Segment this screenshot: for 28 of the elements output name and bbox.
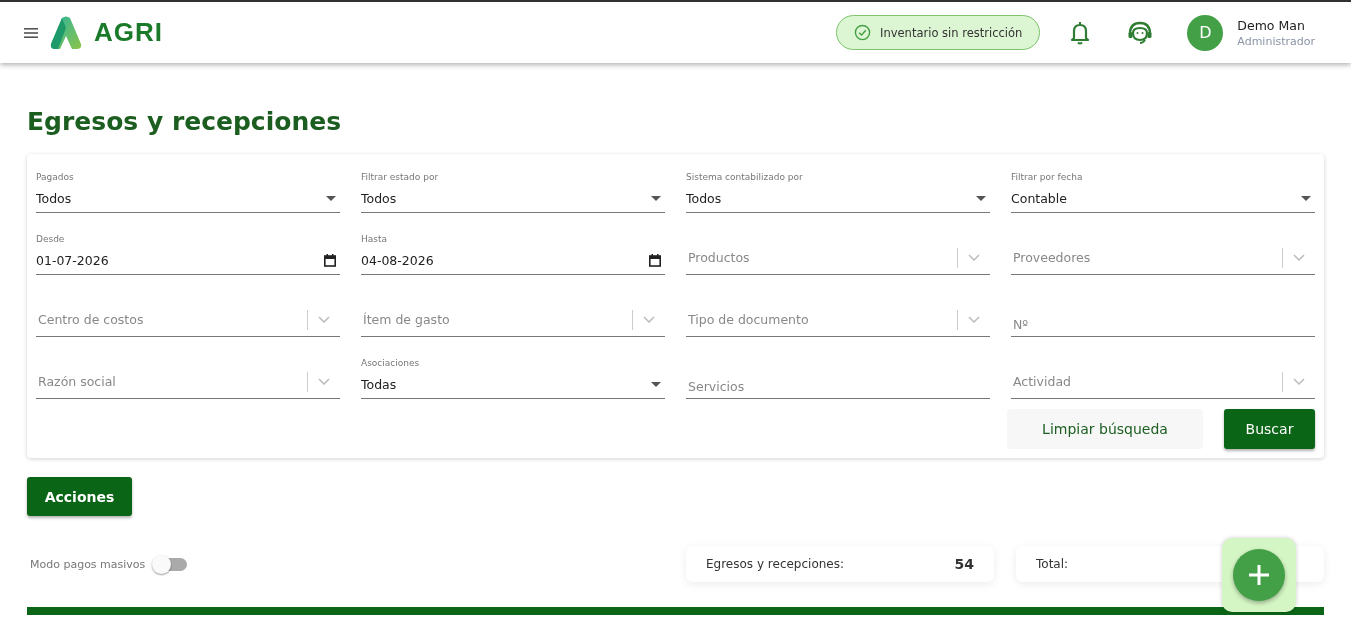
inventory-status-badge: Inventario sin restricción: [836, 15, 1041, 50]
combo-field[interactable]: Ítem de gasto: [361, 303, 665, 337]
user-name: Demo Man: [1237, 17, 1306, 33]
clear-search-button[interactable]: Limpiar búsqueda: [1007, 409, 1203, 449]
user-role: Administrador: [1237, 34, 1315, 48]
combo-field[interactable]: Tipo de documento: [686, 303, 990, 337]
summary-value: 54: [954, 556, 974, 572]
combo-field[interactable]: Centro de costos: [36, 303, 340, 337]
select-field[interactable]: Asociaciones Todas: [361, 358, 665, 399]
select-field[interactable]: Pagados Todos: [36, 172, 340, 213]
combo-field[interactable]: Actividad: [1011, 365, 1315, 399]
toggle-label: Modo pagos masivos: [30, 557, 146, 571]
select-field[interactable]: Sistema contabilizado por Todos: [686, 172, 990, 213]
summary-label: Total:: [1036, 557, 1069, 571]
summary-label: Egresos y recepciones:: [706, 557, 845, 571]
select-field[interactable]: Filtrar por fecha Contable: [1011, 172, 1315, 213]
date-field[interactable]: Desde 01-07-2026: [36, 234, 340, 275]
brand-name: AGRI: [94, 17, 163, 48]
search-button[interactable]: Buscar: [1224, 409, 1315, 449]
combo-field[interactable]: Productos: [686, 241, 990, 275]
actions-button[interactable]: Acciones: [27, 477, 132, 516]
combo-field[interactable]: Proveedores: [1011, 241, 1315, 275]
text-field[interactable]: Nº: [1011, 303, 1315, 337]
text-field[interactable]: Servicios: [686, 365, 990, 399]
page-title: Egresos y recepciones: [27, 107, 343, 136]
select-field[interactable]: Filtrar estado por Todos: [361, 172, 665, 213]
date-field[interactable]: Hasta 04-08-2026: [361, 234, 665, 275]
combo-field[interactable]: Razón social: [36, 365, 340, 399]
